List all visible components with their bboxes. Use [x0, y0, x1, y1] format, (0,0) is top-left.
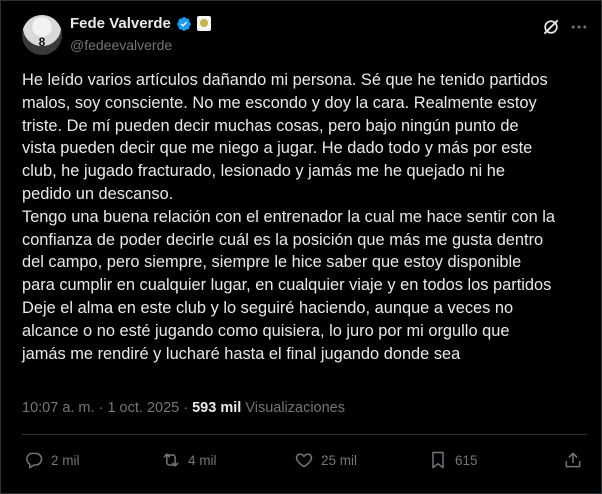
- tweet-line: alcance o no esté jugando como quisiera,…: [22, 321, 510, 340]
- heart-icon: [295, 453, 313, 468]
- tweet-line: confianza de poder decirle cuál es la po…: [22, 230, 544, 249]
- tweet-line: Tengo una buena relación con el entrenad…: [22, 207, 556, 226]
- tweet-line: para cumplir en cualquier lugar, en cual…: [22, 276, 552, 295]
- more-icon[interactable]: [569, 17, 589, 37]
- avatar-jersey-number: 8: [38, 35, 46, 49]
- tweet-date[interactable]: 1 oct. 2025: [107, 400, 179, 416]
- verified-badge-icon[interactable]: [176, 16, 192, 32]
- tweet-line: del campo, pero siempre, siempre le hice…: [22, 253, 522, 272]
- author-name[interactable]: Fede Valverde: [70, 15, 171, 32]
- bookmark-icon: [432, 451, 444, 469]
- author-handle[interactable]: @fedeevalverde: [70, 37, 172, 53]
- tweet-line: club, he jugado fracturado, lesionado y …: [22, 162, 505, 181]
- views-label: Visualizaciones: [245, 400, 345, 416]
- author-name-row: Fede Valverde: [70, 15, 211, 32]
- club-badge-icon[interactable]: [196, 16, 211, 31]
- grok-icon[interactable]: [541, 17, 561, 37]
- tweet-line: pedido un descanso.: [22, 184, 174, 203]
- tweet-line: Deje el alma en este club y lo seguiré h…: [22, 298, 514, 317]
- reply-count: 2 mil: [51, 452, 80, 468]
- meta-separator: ·: [183, 400, 189, 416]
- reply-button[interactable]: 2 mil: [24, 450, 80, 470]
- tweet-card: 8 Fede Valverde @fedeevalverde He leído …: [0, 0, 602, 494]
- bookmark-count: 615: [455, 452, 478, 468]
- avatar[interactable]: 8: [22, 15, 62, 55]
- retweet-icon: [163, 453, 179, 467]
- tweet-line: jamás me rendiré y lucharé hasta el fina…: [22, 344, 461, 363]
- divider: [22, 434, 587, 435]
- share-icon: [565, 452, 581, 468]
- reply-icon: [26, 452, 43, 469]
- meta-separator: ·: [98, 400, 104, 416]
- retweet-button[interactable]: 4 mil: [161, 450, 217, 470]
- retweet-count: 4 mil: [188, 452, 217, 468]
- tweet-meta: 10:07 a. m. · 1 oct. 2025 · 593 mil Visu…: [22, 400, 345, 416]
- tweet-line: vista pueden decir que me niego a jugar.…: [22, 139, 533, 158]
- like-button[interactable]: 25 mil: [294, 450, 357, 470]
- tweet-text: He leído varios artículos dañando mi per…: [22, 69, 588, 365]
- tweet-line: triste. De mí pueden decir muchas cosas,…: [22, 116, 519, 135]
- tweet-line: malos, soy consciente. No me escondo y d…: [22, 93, 537, 112]
- views-count: 593 mil: [192, 400, 242, 416]
- like-count: 25 mil: [321, 452, 358, 468]
- tweet-line: He leído varios artículos dañando mi per…: [22, 71, 548, 89]
- share-button[interactable]: [563, 450, 583, 470]
- bookmark-button[interactable]: 615: [428, 450, 478, 470]
- tweet-time[interactable]: 10:07 a. m.: [22, 400, 95, 416]
